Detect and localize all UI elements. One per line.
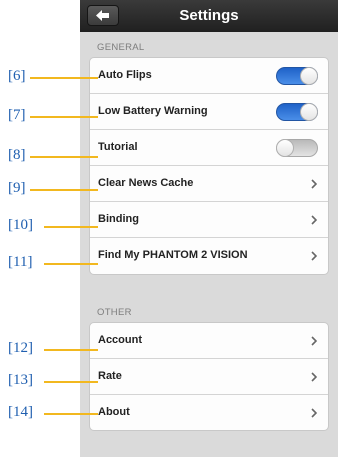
callout-label-11: [11] — [8, 254, 33, 270]
setting-row-rate[interactable]: Rate — [90, 359, 328, 395]
toggle-knob — [300, 67, 318, 85]
setting-row-binding[interactable]: Binding — [90, 202, 328, 238]
callout-line — [30, 156, 98, 158]
callout-label-14: [14] — [8, 404, 33, 420]
chevron-right-icon — [311, 372, 317, 382]
callout-label-6: [6] — [8, 68, 26, 84]
row-label: Rate — [98, 370, 122, 382]
callout-label-8: [8] — [8, 147, 26, 163]
row-label: About — [98, 406, 130, 418]
row-label: Tutorial — [98, 141, 138, 153]
callout-line — [44, 349, 98, 351]
chevron-right-icon — [311, 215, 317, 225]
toggle-knob — [300, 103, 318, 121]
callout-label-12: [12] — [8, 340, 33, 356]
callout-label-10: [10] — [8, 217, 33, 233]
callout-line — [44, 226, 98, 228]
callout-line — [30, 77, 98, 79]
callout-label-7: [7] — [8, 107, 26, 123]
setting-row-account[interactable]: Account — [90, 323, 328, 359]
callout-label-13: [13] — [8, 372, 33, 388]
auto-flips-toggle[interactable] — [276, 67, 318, 85]
chevron-right-icon — [311, 336, 317, 346]
setting-row-clear-news-cache[interactable]: Clear News Cache — [90, 166, 328, 202]
tutorial-toggle[interactable] — [276, 139, 318, 157]
row-label: Clear News Cache — [98, 177, 194, 189]
row-label: Account — [98, 334, 142, 346]
setting-row-find-my-phantom[interactable]: Find My PHANTOM 2 VISION — [90, 238, 328, 274]
setting-row-tutorial[interactable]: Tutorial — [90, 130, 328, 166]
settings-group-general: Auto Flips Low Battery Warning Tutorial … — [89, 57, 329, 275]
section-header-other: OTHER — [97, 307, 132, 318]
chevron-right-icon — [311, 251, 317, 261]
navigation-bar: Settings — [80, 0, 338, 32]
setting-row-auto-flips[interactable]: Auto Flips — [90, 58, 328, 94]
chevron-right-icon — [311, 179, 317, 189]
callout-line — [30, 116, 98, 118]
row-label: Auto Flips — [98, 69, 152, 81]
row-label: Low Battery Warning — [98, 105, 208, 117]
toggle-knob — [276, 139, 294, 157]
callout-line — [30, 189, 98, 191]
settings-screen: Settings GENERAL Auto Flips Low Battery … — [80, 0, 338, 457]
row-label: Find My PHANTOM 2 VISION — [98, 249, 248, 261]
callout-line — [44, 381, 98, 383]
row-label: Binding — [98, 213, 139, 225]
low-battery-warning-toggle[interactable] — [276, 103, 318, 121]
chevron-right-icon — [311, 408, 317, 418]
callout-line — [44, 413, 98, 415]
callout-line — [44, 263, 98, 265]
settings-group-other: Account Rate About — [89, 322, 329, 431]
setting-row-low-battery-warning[interactable]: Low Battery Warning — [90, 94, 328, 130]
section-header-general: GENERAL — [97, 42, 145, 53]
setting-row-about[interactable]: About — [90, 395, 328, 430]
callout-label-9: [9] — [8, 180, 26, 196]
page-title: Settings — [179, 7, 239, 24]
